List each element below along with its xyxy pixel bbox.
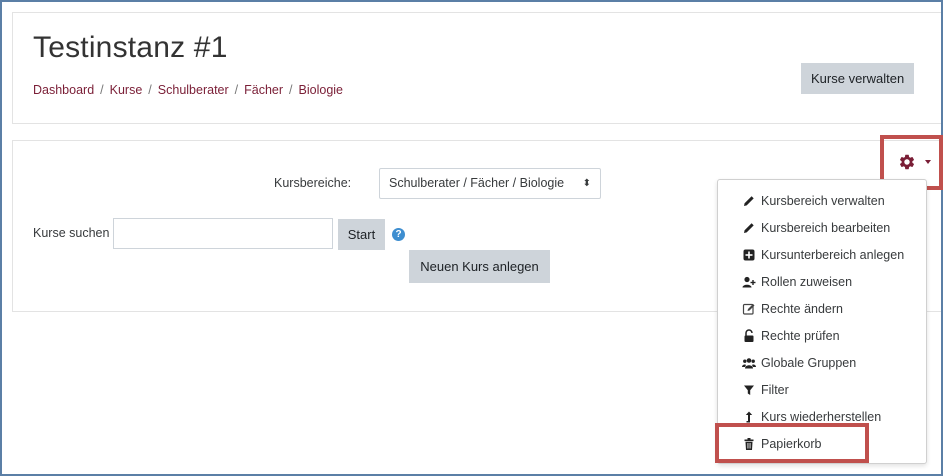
menu-item-label: Rechte prüfen [761,329,840,343]
menu-item-label: Filter [761,383,789,397]
user-plus-icon [742,275,756,289]
menu-item-kursunterbereich-anlegen[interactable]: Kursunterbereich anlegen [742,246,904,264]
breadcrumb-separator: / [289,83,293,97]
breadcrumb-biologie[interactable]: Biologie [299,83,343,97]
page-title: Testinstanz #1 [33,31,228,64]
breadcrumb-kurse[interactable]: Kurse [110,83,143,97]
menu-item-label: Globale Gruppen [761,356,857,370]
breadcrumb-separator: / [100,83,104,97]
breadcrumb-dashboard[interactable]: Dashboard [33,83,94,97]
manage-courses-button[interactable]: Kurse verwalten [801,63,915,94]
menu-item-rollen-zuweisen[interactable]: Rollen zuweisen [742,273,852,291]
papierkorb-highlight-box [715,423,869,463]
breadcrumb-separator: / [234,83,239,97]
edit-icon [742,302,756,316]
users-icon [742,356,756,370]
menu-item-label: Kursbereich verwalten [761,194,885,208]
new-course-button[interactable]: Neuen Kurs anlegen [409,250,550,283]
menu-item-label: Kurs wiederherstellen [761,410,882,424]
menu-item-filter[interactable]: Filter [742,381,789,399]
pencil-icon [742,194,756,208]
menu-item-rechte-aendern[interactable]: Rechte ändern [742,300,843,318]
category-select-value: Schulberater / Fächer / Biologie [389,176,565,190]
breadcrumb-separator: / [148,83,152,97]
question-circle-icon[interactable]: ? [392,228,405,241]
select-caret-icon: ⬍ [582,178,591,189]
filter-icon [742,383,756,397]
menu-item-globale-gruppen[interactable]: Globale Gruppen [742,354,856,372]
course-search-label: Kurse suchen [33,226,110,240]
plus-square-icon [742,248,756,262]
category-select-label: Kursbereiche: [274,176,352,190]
course-search-input[interactable] [113,218,333,249]
category-select[interactable]: Schulberater / Fächer / Biologie ⬍ [379,168,601,199]
level-up-icon [742,410,756,424]
settings-dropdown-menu: Kursbereich verwalten Kursbereich bearbe… [717,179,927,464]
unlock-icon [742,329,756,343]
search-start-button[interactable]: Start [338,219,385,250]
pencil-icon [742,221,756,235]
menu-item-rechte-pruefen[interactable]: Rechte prüfen [742,327,840,345]
menu-item-label: Kursunterbereich anlegen [761,248,905,262]
menu-item-label: Kursbereich bearbeiten [761,221,891,235]
breadcrumb-schulberater[interactable]: Schulberater [158,83,229,97]
breadcrumb-faecher[interactable]: Fächer [244,83,283,97]
menu-item-kursbereich-bearbeiten[interactable]: Kursbereich bearbeiten [742,219,890,237]
menu-item-label: Rollen zuweisen [761,275,853,289]
menu-item-kursbereich-verwalten[interactable]: Kursbereich verwalten [742,192,885,210]
menu-item-label: Rechte ändern [761,302,844,316]
breadcrumb: Dashboard / Kurse / Schulberater / Fächer / Biol… [33,83,343,97]
